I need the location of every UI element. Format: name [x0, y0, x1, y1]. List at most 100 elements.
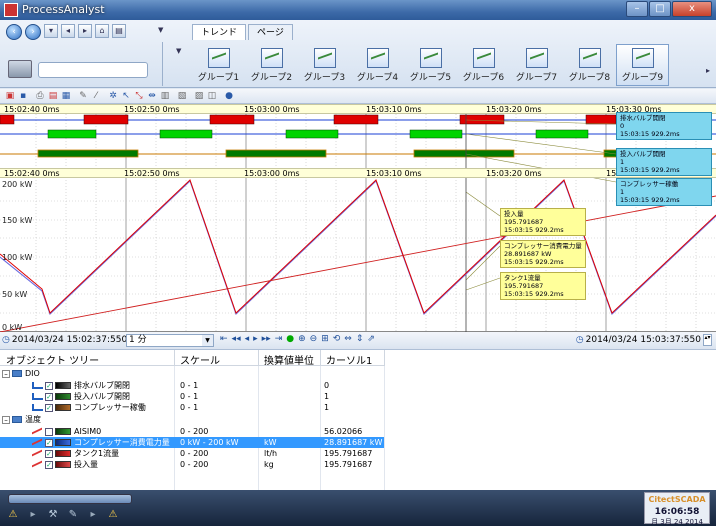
pen-color-swatch[interactable]: [55, 428, 71, 435]
nav-list-icon[interactable]: ▾: [44, 24, 58, 38]
tab-trend[interactable]: トレンド: [192, 24, 247, 40]
tab-page[interactable]: ページ: [248, 24, 293, 40]
group-button-6[interactable]: グループ6: [457, 44, 510, 86]
pen-color-swatch[interactable]: [55, 393, 71, 400]
end-time-spinner[interactable]: ▴▾: [703, 334, 712, 346]
collapse-icon[interactable]: –: [2, 415, 10, 424]
print-icon[interactable]: ⎙: [34, 90, 46, 102]
group-button-9[interactable]: グループ9: [616, 44, 669, 86]
visibility-checkbox[interactable]: ✓: [45, 460, 53, 469]
group-button-4[interactable]: グループ4: [351, 44, 404, 86]
marker-icon[interactable]: ⤡: [133, 90, 145, 102]
group-button-1[interactable]: グループ1: [192, 44, 245, 86]
pen-color-swatch[interactable]: [55, 461, 71, 468]
printer-icon[interactable]: [8, 60, 32, 78]
visibility-checkbox[interactable]: ✓: [45, 381, 53, 390]
tree-group-dio[interactable]: – DIO: [0, 368, 384, 379]
taskbar-button[interactable]: [8, 494, 132, 504]
tree-item-input-amount[interactable]: ✓ 投入量 0 - 200 kg 195.791687: [0, 459, 384, 470]
pen-color-swatch[interactable]: [55, 382, 71, 389]
warning-icon[interactable]: ⚠: [6, 508, 20, 522]
header-unit[interactable]: 換算値単位: [264, 352, 314, 367]
pen-icon[interactable]: ✎: [77, 90, 89, 102]
minimize-button[interactable]: –: [626, 1, 648, 17]
tree-item-aisim0[interactable]: AISIM0 0 - 200 56.02066: [0, 426, 384, 437]
copy-icon[interactable]: ▤: [47, 90, 59, 102]
pointer-icon[interactable]: ↖: [120, 90, 132, 102]
tree-item-compressor[interactable]: ✓ コンプレッサー稼働 0 - 1 1: [0, 402, 384, 413]
grid-icon[interactable]: ▥: [159, 90, 171, 102]
fit-icon[interactable]: ⇔: [344, 334, 352, 344]
page-menu-icon[interactable]: ▤: [112, 24, 126, 38]
tree-item-drain-valve[interactable]: ✓ 排水バルブ開閉 0 - 1 0: [0, 380, 384, 391]
group-button-2[interactable]: グループ2: [245, 44, 298, 86]
tree-item-compressor-power[interactable]: ✓ コンプレッサー消費電力量 0 kW - 200 kW kW 28.891687…: [0, 437, 384, 448]
home-icon[interactable]: ⌂: [95, 24, 109, 38]
start-time-value[interactable]: 2014/03/24 15:02:37:550: [12, 335, 127, 345]
arrow-icon[interactable]: ▸: [26, 508, 40, 522]
open-icon[interactable]: ▣: [4, 90, 16, 102]
header-scale[interactable]: スケール: [180, 352, 220, 367]
step-back-icon[interactable]: ◂: [245, 334, 250, 344]
autoscale-icon[interactable]: ⇗: [367, 334, 375, 344]
maximize-button[interactable]: □: [649, 1, 671, 17]
edit-icon[interactable]: ✎: [66, 508, 80, 522]
zoom-out-icon[interactable]: ⊖: [310, 334, 318, 344]
tree-group-temperature[interactable]: – 温度: [0, 414, 384, 425]
end-time-value[interactable]: 2014/03/24 15:03:37:550: [586, 335, 701, 345]
group-button-8[interactable]: グループ8: [563, 44, 616, 86]
tree-item-tank1-flow[interactable]: ✓ タンク1流量 0 - 200 lt/h 195.791687: [0, 448, 384, 459]
pen-color-swatch[interactable]: [55, 450, 71, 457]
trend-icon: [578, 48, 601, 68]
time-span-select[interactable]: 1 分 ▼: [126, 334, 214, 347]
visibility-checkbox[interactable]: ✓: [45, 438, 53, 447]
visibility-checkbox[interactable]: ✓: [45, 449, 53, 458]
forward-icon[interactable]: ›: [25, 24, 41, 40]
window-icon[interactable]: ◫: [206, 90, 218, 102]
quick-access-dropdown-icon[interactable]: ▼: [158, 26, 163, 34]
visibility-checkbox[interactable]: [45, 427, 53, 436]
arrow-icon[interactable]: ▸: [86, 508, 100, 522]
help-icon[interactable]: ●: [223, 90, 235, 102]
previous-page-icon[interactable]: ◂: [61, 24, 75, 38]
close-button[interactable]: x: [672, 1, 712, 17]
back-icon[interactable]: ‹: [6, 24, 22, 40]
zoom-reset-icon[interactable]: ⟲: [333, 334, 341, 344]
header-cursor[interactable]: カーソル1: [326, 352, 372, 367]
collapse-icon[interactable]: –: [2, 369, 10, 378]
line-icon[interactable]: ⁄: [90, 90, 102, 102]
fast-forward-icon[interactable]: ▸▸: [262, 334, 271, 344]
span-icon[interactable]: ⇹: [146, 90, 158, 102]
save-icon[interactable]: ▪: [17, 90, 29, 102]
first-icon[interactable]: ⇤: [220, 334, 228, 344]
header-object-tree[interactable]: オブジェクト ツリー: [6, 352, 99, 367]
step-forward-icon[interactable]: ▸: [253, 334, 258, 344]
combo-dropdown-icon[interactable]: ▼: [176, 47, 181, 55]
pen-color-swatch[interactable]: [55, 439, 71, 446]
zoom-in-icon[interactable]: ⊕: [298, 334, 306, 344]
group-button-7[interactable]: グループ7: [510, 44, 563, 86]
alarm-icon[interactable]: ⚠: [106, 508, 120, 522]
properties-icon[interactable]: ▨: [193, 90, 205, 102]
zoom-box-icon[interactable]: ⊞: [321, 334, 329, 344]
tool-icon[interactable]: ⚒: [46, 508, 60, 522]
group-button-3[interactable]: グループ3: [298, 44, 351, 86]
brand-logo: CitectSCADA: [648, 495, 706, 504]
tree-item-input-valve[interactable]: ✓ 投入バルブ開閉 0 - 1 1: [0, 391, 384, 402]
pen-color-swatch[interactable]: [55, 404, 71, 411]
trend-view[interactable]: 15:02:40 0ms 15:02:50 0ms 15:03:00 0ms 1…: [0, 104, 716, 332]
live-icon[interactable]: ●: [286, 334, 294, 344]
last-icon[interactable]: ⇥: [275, 334, 283, 344]
visibility-checkbox[interactable]: ✓: [45, 403, 53, 412]
next-page-icon[interactable]: ▸: [78, 24, 92, 38]
trend-icon: [366, 48, 389, 68]
export-icon[interactable]: ▦: [60, 90, 72, 102]
page-combo[interactable]: [38, 62, 148, 78]
ribbon-scroll-right-icon[interactable]: ▸: [706, 66, 710, 75]
fast-back-icon[interactable]: ◂◂: [232, 334, 241, 344]
cursor-icon[interactable]: ✲: [107, 90, 119, 102]
group-button-5[interactable]: グループ5: [404, 44, 457, 86]
cursor-add-icon[interactable]: ⇕: [356, 334, 364, 344]
visibility-checkbox[interactable]: ✓: [45, 392, 53, 401]
layout-icon[interactable]: ▧: [176, 90, 188, 102]
